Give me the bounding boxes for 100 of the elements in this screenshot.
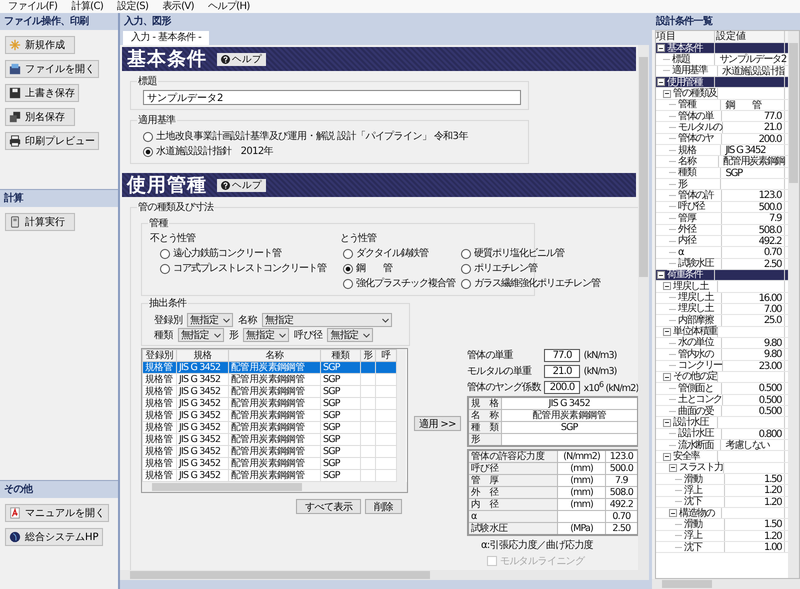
tree-row[interactable]: 安全率 [656,451,788,463]
tree-row[interactable]: 設計水圧 [656,417,788,429]
collapse-icon[interactable] [657,78,665,86]
tree-row[interactable]: 浮上 1.20 [656,530,788,542]
tree-row[interactable]: 外径 508.0 [656,224,788,236]
radio-icon[interactable] [143,132,153,142]
tree-item[interactable]: 管側面と [678,382,714,394]
table-row[interactable]: 規格管 JIS G 3452 配管用炭素鋼鋼管 SGP [142,410,396,422]
tree-row[interactable]: 沈下 1.20 [656,496,788,508]
value-field[interactable]: 77.0 [544,348,580,362]
tree-item[interactable]: 管内水の [678,348,714,360]
tree-item[interactable]: 荷重条件 [667,269,702,281]
tree-row[interactable]: 標題 サンプルデータ2 [656,54,788,66]
tree-item[interactable]: その他の定 [673,371,718,383]
column-header[interactable]: 呼 [376,350,396,362]
collapse-icon[interactable] [663,90,671,98]
radio-icon[interactable] [143,146,153,156]
tree-item[interactable]: 設計水圧 [678,428,714,440]
tree-item[interactable]: 水の単位 [678,337,714,349]
tree-item[interactable]: 適用基準 [672,65,708,77]
tree-row[interactable]: コンクリー 23.00 [656,360,788,372]
tree-item[interactable]: 管種 [678,99,696,111]
dropdown[interactable]: 無指定 [178,328,224,342]
tree-item[interactable]: 管体の許 [678,190,714,202]
tree-row[interactable]: 管体のヤ 200.0 [656,134,788,146]
tree-item[interactable]: 種類 [678,167,696,179]
sidebar-button[interactable]: 計算実行 [5,213,75,231]
tree-row[interactable]: 単位体積重 [656,326,788,338]
tree-item[interactable]: 埋戻し土 [678,303,714,315]
tree-item[interactable]: 安全率 [673,450,700,462]
collapse-icon[interactable] [663,328,671,336]
table-row[interactable]: 規格管 JIS G 3452 配管用炭素鋼鋼管 SGP [142,398,396,410]
sidebar-button[interactable]: 上書き保存 [5,84,79,102]
tree-item[interactable]: 試験水圧 [678,258,714,270]
apply-button[interactable]: 適用 >> [414,416,461,431]
menu-item[interactable]: 設定(S) [117,0,148,12]
tree-item[interactable]: 浮上 [684,530,702,542]
value-field[interactable]: 200.0 [544,380,580,394]
radio-button[interactable]: ガラス繊維強化ポリエチレン管 [461,276,600,291]
radio-icon[interactable] [343,278,353,288]
tree-item[interactable]: 滑動 [684,518,702,530]
scrollbar[interactable] [652,579,800,589]
tree-row[interactable]: 構造物の [656,508,788,520]
tree-item[interactable]: 管の種類及 [673,88,718,100]
table-row[interactable]: 規格管 JIS G 3452 配管用炭素鋼鋼管 SGP [142,458,396,470]
radio-button[interactable]: 鋼 管 [343,261,455,276]
radio-button[interactable]: 土地改良事業計画設計基準及び運用・解説 設計「パイプライン」 令和3年 [143,129,522,144]
title-field[interactable]: サンプルデータ2 [143,90,521,105]
tree-row[interactable]: 設計水圧 0.800 [656,428,788,440]
tree-row[interactable]: 曲面の受 0.500 [656,406,788,418]
dropdown[interactable]: 無指定 [187,313,234,327]
tree-row[interactable]: 流水断面 考慮しない [656,440,788,452]
scrollbar[interactable] [638,45,649,570]
tree-item[interactable]: 管厚 [678,212,696,224]
menu-item[interactable]: ファイル(F) [8,0,58,12]
tree-row[interactable]: 水の単位 9.80 [656,338,788,350]
radio-icon[interactable] [343,264,353,274]
tree-row[interactable]: 管体の許 123.0 [656,190,788,202]
tree-item[interactable]: 使用管種 [667,76,702,88]
tree-item[interactable]: 土とコンク [678,394,722,406]
tree-row[interactable]: 管種 鋼 管 [656,100,788,112]
tree-row[interactable]: 種類 SGP [656,168,788,180]
table-row[interactable]: 規格管 JIS G 3452 配管用炭素鋼鋼管 SGP [142,434,396,446]
table-row[interactable]: 規格管 JIS G 3452 配管用炭素鋼鋼管 SGP [142,362,396,374]
radio-button[interactable]: コア式プレストレストコンクリート管 [160,261,326,276]
column-header[interactable]: 形 [360,350,376,362]
tree-item[interactable]: 設計水圧 [673,416,708,428]
tree-item[interactable]: モルタルの [678,122,722,134]
menu-item[interactable]: ヘルプ(H) [208,0,250,12]
tree-row[interactable]: 滑動 1.50 [656,474,788,486]
column-header[interactable]: 名称 [228,350,320,362]
menu-item[interactable]: 計算(C) [71,0,104,12]
radio-icon[interactable] [160,248,170,258]
column-header[interactable]: 設定値 [715,31,785,42]
tree-item[interactable]: 曲面の受 [678,406,714,417]
collapse-icon[interactable] [657,271,665,280]
radio-icon[interactable] [461,264,471,274]
table-row[interactable]: 規格管 JIS G 3452 配管用炭素鋼鋼管 SGP [142,446,396,458]
collapse-icon[interactable] [669,509,677,518]
collapse-icon[interactable] [663,418,671,427]
tree-item[interactable]: 基本条件 [667,42,702,54]
dropdown[interactable]: 無指定 [327,328,374,342]
menu-item[interactable]: 表示(V) [162,0,194,12]
dropdown[interactable]: 無指定 [243,328,290,342]
table-row[interactable]: 規格管 JIS G 3452 配管用炭素鋼鋼管 SGP [142,386,396,398]
sidebar-button[interactable]: 新規作成 [5,36,75,54]
radio-button[interactable]: 水道施設設計指針 2012年 [143,144,522,159]
tree-item[interactable]: 単位体積重 [673,326,718,338]
collapse-icon[interactable] [663,452,671,461]
tree-row[interactable]: 浮上 1.20 [656,485,788,497]
help-button[interactable]: ヘルプ [217,178,266,192]
tree-item[interactable]: 形 [678,178,687,190]
value-field[interactable]: 21.0 [544,364,580,378]
tree-row[interactable]: 沈下 1.00 [656,542,788,554]
tree-row[interactable]: 内径 492.2 [656,236,788,248]
tree-item[interactable]: スラスト力 [679,462,724,474]
tree-item[interactable]: コンクリー [678,360,722,372]
tree-row[interactable]: α 0.70 [656,247,788,259]
table-row[interactable]: 規格管 JIS G 3452 配管用炭素鋼鋼管 SGP [142,422,396,434]
tree-row[interactable]: 形 [656,179,788,190]
